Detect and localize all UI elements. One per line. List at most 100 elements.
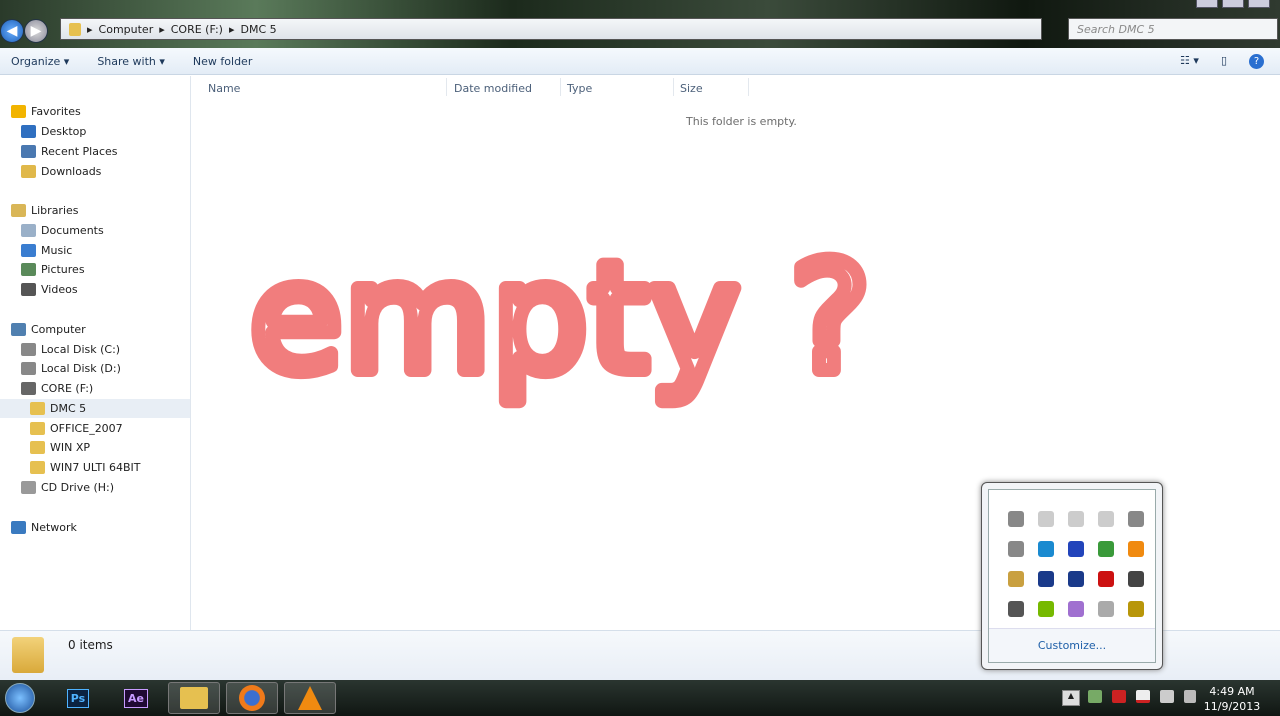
- tray-monitor-icon[interactable]: [1001, 594, 1031, 624]
- column-divider[interactable]: [560, 78, 561, 96]
- adobe-icon: [1098, 571, 1114, 587]
- column-divider[interactable]: [673, 78, 674, 96]
- sidebar-item-label: Libraries: [31, 204, 79, 217]
- tray-chat-error-icon[interactable]: [1091, 594, 1121, 624]
- minimize-button[interactable]: [1196, 0, 1218, 8]
- sidebar-item[interactable]: Computer: [0, 320, 86, 339]
- tray-pen-tablet-icon[interactable]: [1061, 594, 1091, 624]
- tray-display-icon[interactable]: [1031, 564, 1061, 594]
- breadcrumb-computer[interactable]: Computer: [99, 23, 154, 36]
- tray-network-icon[interactable]: [1091, 504, 1121, 534]
- column-divider[interactable]: [748, 78, 749, 96]
- share-with-button[interactable]: Share with ▾: [97, 55, 165, 68]
- power-icon[interactable]: [1112, 690, 1126, 703]
- sidebar-item-label: Downloads: [41, 165, 102, 178]
- tray-audio-icon[interactable]: [1121, 594, 1151, 624]
- title-bar: ◀ ▶ ▸ Computer ▸ CORE (F:) ▸ DMC 5 Search D…: [0, 0, 1280, 48]
- sidebar-item[interactable]: Videos: [0, 280, 78, 299]
- nav-icon: [11, 204, 26, 217]
- date: 11/9/2013: [1203, 700, 1261, 713]
- taskbar-firefox[interactable]: [226, 682, 278, 714]
- sidebar-item[interactable]: DMC 5: [0, 399, 190, 418]
- folder-icon: [69, 22, 81, 36]
- sidebar-item[interactable]: CD Drive (H:): [0, 478, 114, 497]
- notification-overflow-panel: Customize...: [981, 482, 1163, 670]
- forward-button[interactable]: ▶: [24, 19, 48, 43]
- sidebar-item-label: Favorites: [31, 105, 81, 118]
- column-size[interactable]: Size: [680, 82, 703, 95]
- sidebar-item-label: Videos: [41, 283, 78, 296]
- sidebar-item[interactable]: Desktop: [0, 122, 86, 141]
- tray-network-error-icon[interactable]: [1001, 504, 1031, 534]
- tray-network-icon[interactable]: [1061, 504, 1091, 534]
- tray-network-error-icon[interactable]: [1121, 504, 1151, 534]
- sidebar-item[interactable]: OFFICE_2007: [0, 419, 123, 438]
- sidebar-item[interactable]: Libraries: [0, 201, 79, 220]
- sidebar-item[interactable]: CORE (F:): [0, 379, 93, 398]
- breadcrumb-dmc5[interactable]: DMC 5: [240, 23, 276, 36]
- customize-link[interactable]: Customize...: [989, 628, 1155, 662]
- nav-icon: [11, 105, 26, 118]
- column-type[interactable]: Type: [567, 82, 592, 95]
- sidebar-item[interactable]: Network: [0, 518, 77, 537]
- tray-nvidia-icon[interactable]: [1031, 594, 1061, 624]
- sidebar-item[interactable]: Downloads: [0, 162, 101, 181]
- folder-icon: [30, 402, 45, 415]
- tray-security-icon[interactable]: [1001, 564, 1031, 594]
- tray-headset-icon[interactable]: [1121, 564, 1151, 594]
- sidebar-item-label: OFFICE_2007: [50, 422, 123, 435]
- breadcrumb-sep: ▸: [159, 22, 165, 36]
- sidebar-item[interactable]: WIN7 ULTI 64BIT: [0, 458, 140, 477]
- sidebar-item[interactable]: Documents: [0, 221, 104, 240]
- preview-pane-icon[interactable]: ▯: [1221, 54, 1227, 69]
- organize-button[interactable]: Organize ▾: [11, 55, 69, 68]
- taskbar-after-effects[interactable]: Ae: [110, 682, 162, 714]
- search-input[interactable]: Search DMC 5: [1068, 18, 1278, 40]
- new-folder-button[interactable]: New folder: [193, 55, 252, 68]
- sidebar-item[interactable]: Local Disk (C:): [0, 340, 120, 359]
- column-name[interactable]: Name: [208, 82, 240, 95]
- nav-icon: [21, 283, 36, 296]
- tray-display-icon[interactable]: [1061, 564, 1091, 594]
- help-icon[interactable]: ?: [1249, 53, 1264, 69]
- sidebar-item-label: CD Drive (H:): [41, 481, 115, 494]
- headset-icon: [1128, 571, 1144, 587]
- action-center-icon[interactable]: [1136, 690, 1150, 703]
- clock[interactable]: 4:49 AM 11/9/2013: [1200, 684, 1264, 714]
- tray-adobe-icon[interactable]: [1091, 564, 1121, 594]
- taskbar-explorer[interactable]: [168, 682, 220, 714]
- address-bar[interactable]: ▸ Computer ▸ CORE (F:) ▸ DMC 5: [60, 18, 1042, 40]
- sidebar-item[interactable]: Music: [0, 241, 72, 260]
- tray-wireless-icon[interactable]: [1031, 534, 1061, 564]
- volume-icon[interactable]: [1184, 690, 1196, 703]
- view-icon[interactable]: ☷ ▾: [1180, 54, 1199, 69]
- sidebar-item[interactable]: Favorites: [0, 102, 81, 121]
- usb-safe-remove-icon[interactable]: [1088, 690, 1102, 703]
- sidebar-item-label: Desktop: [41, 125, 87, 138]
- show-hidden-icons-button[interactable]: ▲: [1062, 690, 1080, 706]
- tray-globe-icon[interactable]: [1091, 534, 1121, 564]
- maximize-button[interactable]: [1222, 0, 1244, 8]
- sidebar-item[interactable]: Pictures: [0, 260, 85, 279]
- sidebar-item[interactable]: Recent Places: [0, 142, 118, 161]
- start-button[interactable]: [0, 682, 40, 714]
- empty-folder-message: This folder is empty.: [686, 115, 797, 128]
- network-icon[interactable]: [1160, 690, 1174, 703]
- tray-network-icon[interactable]: [1031, 504, 1061, 534]
- breadcrumb-core[interactable]: CORE (F:): [171, 23, 223, 36]
- sidebar-item[interactable]: WIN XP: [0, 438, 90, 457]
- tray-network-error-icon[interactable]: [1001, 534, 1031, 564]
- tray-vlc-icon[interactable]: [1121, 534, 1151, 564]
- nav-icon: [21, 362, 36, 375]
- security-icon: [1008, 571, 1024, 587]
- tray-bluetooth-icon[interactable]: [1061, 534, 1091, 564]
- back-button[interactable]: ◀: [0, 19, 24, 43]
- sidebar-item[interactable]: Local Disk (D:): [0, 359, 121, 378]
- taskbar-photoshop[interactable]: Ps: [52, 682, 104, 714]
- nav-icon: [11, 323, 26, 336]
- column-divider[interactable]: [446, 78, 447, 96]
- close-button[interactable]: [1248, 0, 1270, 8]
- sidebar-item-label: WIN7 ULTI 64BIT: [50, 461, 141, 474]
- column-date-modified[interactable]: Date modified: [454, 82, 532, 95]
- taskbar-vlc[interactable]: [284, 682, 336, 714]
